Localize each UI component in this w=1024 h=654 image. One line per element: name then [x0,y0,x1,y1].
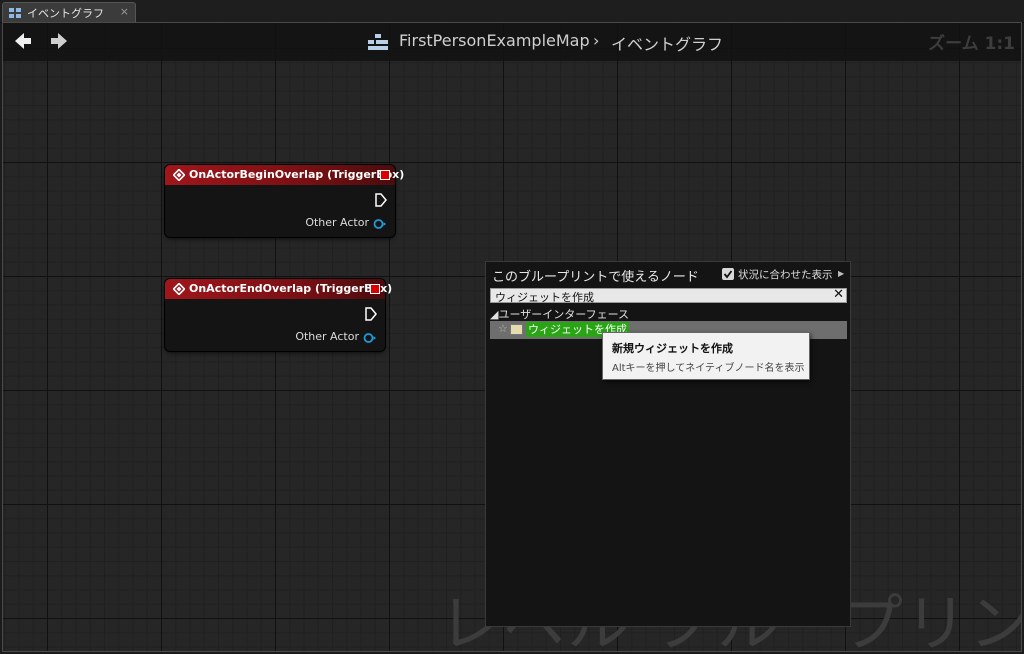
node-title: OnActorBeginOverlap (TriggerBox) [189,168,405,181]
exec-pin-icon[interactable] [375,193,387,207]
breadcrumb-separator: › [593,31,600,50]
breadcrumb-graph[interactable]: イベントグラフ [611,31,723,55]
category-user-interface[interactable]: ◢ユーザーインターフェース [490,306,629,322]
node-end-overlap[interactable]: OnActorEndOverlap (TriggerBox) Other Act… [165,279,392,351]
node-palette: このブループリントで使えるノード 状況に合わせた表示 ▶ ウィジェットを作成 ✕… [485,261,851,627]
delegate-pin-icon[interactable] [380,170,390,180]
close-icon[interactable]: × [120,5,129,18]
tooltip-hint: Altキーを押してネイティブノード名を表示 [612,363,805,374]
node-header[interactable]: OnActorBeginOverlap (TriggerBox) [165,165,404,185]
favorite-star-icon[interactable]: ☆ [498,322,508,335]
zoom-level: ズーム 1:1 [928,34,1015,54]
tab-label: イベントグラフ [27,7,104,20]
delegate-pin-icon[interactable] [370,284,380,294]
clear-icon[interactable]: ✕ [833,287,844,302]
tab-event-graph[interactable]: イベントグラフ × [2,2,136,22]
event-diamond-icon [173,169,185,181]
exec-pin-icon[interactable] [365,307,377,321]
graph-header: FirstPersonExampleMap › イベントグラフ ズーム 1:1 [3,23,1021,61]
back-arrow-icon[interactable] [13,31,33,51]
context-sensitive-label[interactable]: 状況に合わせた表示 [738,267,833,282]
pin-label: Other Actor [305,216,369,229]
pin-label: Other Actor [295,330,359,343]
tab-bar: イベントグラフ × [0,0,1024,23]
node-header[interactable]: OnActorEndOverlap (TriggerBox) [165,279,392,299]
graph-icon [9,8,21,18]
context-sensitive-checkbox[interactable] [722,268,734,280]
breadcrumb-map[interactable]: FirstPersonExampleMap [399,31,590,50]
search-value: ウィジェットを作成 [495,291,594,304]
blueprint-icon [368,34,388,50]
palette-title: このブループリントで使えるノード [492,270,699,285]
object-pin-icon[interactable] [363,332,376,344]
check-icon [723,270,733,279]
node-begin-overlap[interactable]: OnActorBeginOverlap (TriggerBox) Other A… [165,165,404,237]
node-title: OnActorEndOverlap (TriggerBox) [189,282,393,295]
function-icon [510,324,523,335]
search-input[interactable]: ウィジェットを作成 ✕ [490,287,847,304]
chevron-right-icon[interactable]: ▶ [838,269,844,278]
object-pin-icon[interactable] [373,218,386,230]
event-diamond-icon [173,283,185,295]
forward-arrow-icon[interactable] [49,31,69,51]
tooltip: 新規ウィジェットを作成 Altキーを押してネイティブノード名を表示 [602,332,810,380]
tooltip-title: 新規ウィジェットを作成 [612,342,733,355]
